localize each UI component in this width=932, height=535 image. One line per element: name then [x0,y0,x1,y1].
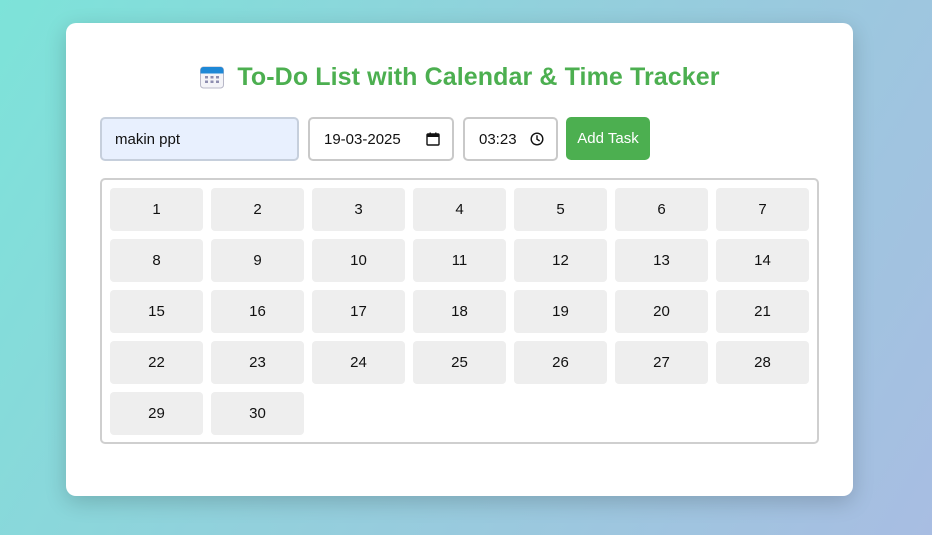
calendar-day-label: 2 [253,201,262,218]
calendar-day[interactable]: 23 [211,341,304,384]
calendar-day[interactable]: 12 [514,239,607,282]
calendar-day[interactable]: 26 [514,341,607,384]
calendar-day-label: 28 [754,354,771,371]
calendar-day-label: 17 [350,303,367,320]
calendar-day[interactable]: 16 [211,290,304,333]
calendar-day[interactable]: 20 [615,290,708,333]
calendar-day[interactable]: 4 [413,188,506,231]
calendar-day-label: 15 [148,303,165,320]
calendar-day[interactable]: 24 [312,341,405,384]
calendar-day[interactable]: 18 [413,290,506,333]
calendar-day-label: 5 [556,201,565,218]
calendar-day[interactable]: 1 [110,188,203,231]
calendar-day[interactable]: 5 [514,188,607,231]
calendar-day-label: 18 [451,303,468,320]
calendar-day[interactable]: 14 [716,239,809,282]
header: To-Do List with Calendar & Time Tracker [66,61,853,93]
calendar-day[interactable]: 13 [615,239,708,282]
calendar-day[interactable]: 9 [211,239,304,282]
calendar-day[interactable]: 28 [716,341,809,384]
calendar-day-label: 30 [249,405,266,422]
date-input[interactable]: 19-03-2025 [308,117,454,161]
calendar-day-label: 23 [249,354,266,371]
page-title: To-Do List with Calendar & Time Tracker [237,62,720,91]
calendar-day[interactable]: 15 [110,290,203,333]
calendar-day-label: 6 [657,201,666,218]
calendar-day-label: 1 [152,201,161,218]
calendar-day[interactable]: 8 [110,239,203,282]
calendar-day-label: 21 [754,303,771,320]
calendar-day-label: 13 [653,252,670,269]
calendar-day-label: 29 [148,405,165,422]
calendar-day[interactable]: 22 [110,341,203,384]
calendar-day-label: 14 [754,252,771,269]
calendar-day[interactable]: 27 [615,341,708,384]
calendar-day-label: 3 [354,201,363,218]
time-value: 03:23 [479,130,517,148]
calendar-picker-icon[interactable] [426,132,440,146]
calendar-day-label: 10 [350,252,367,269]
calendar-icon [200,66,225,89]
calendar-day-label: 7 [758,201,767,218]
calendar-day-label: 9 [253,252,262,269]
clock-icon[interactable] [530,132,544,146]
todo-card: To-Do List with Calendar & Time Tracker … [66,23,853,496]
calendar-day[interactable]: 29 [110,392,203,435]
calendar-day[interactable]: 6 [615,188,708,231]
calendar-day-label: 19 [552,303,569,320]
calendar-day-label: 12 [552,252,569,269]
calendar-day-label: 4 [455,201,464,218]
calendar-grid: 1 2 3 4 5 6 7 8 9 10 11 12 13 14 15 16 17 18 19 20 21 22 23 24 2… [100,178,819,444]
calendar-day[interactable]: 19 [514,290,607,333]
calendar-day-label: 26 [552,354,569,371]
calendar-day[interactable]: 11 [413,239,506,282]
date-value: 19-03-2025 [324,130,401,148]
calendar-day[interactable]: 7 [716,188,809,231]
calendar-day-label: 22 [148,354,165,371]
calendar-day[interactable]: 30 [211,392,304,435]
task-input[interactable] [100,117,299,161]
calendar-day-label: 16 [249,303,266,320]
calendar-day-label: 27 [653,354,670,371]
calendar-day[interactable]: 3 [312,188,405,231]
calendar-day[interactable]: 10 [312,239,405,282]
calendar-day[interactable]: 2 [211,188,304,231]
calendar-day-label: 25 [451,354,468,371]
calendar-day-label: 20 [653,303,670,320]
add-task-button[interactable]: Add Task [566,117,650,160]
time-input[interactable]: 03:23 [463,117,558,161]
calendar-day[interactable]: 25 [413,341,506,384]
calendar-day-label: 11 [451,252,468,269]
calendar-day-label: 8 [152,252,161,269]
calendar-day[interactable]: 17 [312,290,405,333]
calendar-day-label: 24 [350,354,367,371]
calendar-day[interactable]: 21 [716,290,809,333]
